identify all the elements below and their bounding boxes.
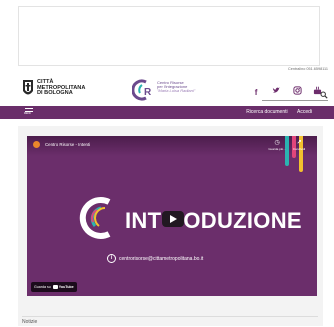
share-label: Condividi	[292, 147, 306, 151]
search-icon[interactable]	[320, 91, 328, 99]
channel-avatar-icon[interactable]	[33, 141, 40, 148]
hamburger-line	[25, 108, 33, 110]
video-actions: ◷ Guarda più... ↗ Condividi	[267, 140, 313, 154]
cmb-logo-text: CITTÀ METROPOLITANA DI BOLOGNA	[37, 79, 107, 97]
watch-on-youtube-button[interactable]: Guarda su YouTube	[31, 282, 77, 292]
centralino-phone: Centralino 051.6598111	[288, 67, 328, 71]
nav-link-accedi[interactable]: Accedi	[297, 109, 312, 115]
watch-on-label: Guarda su	[34, 285, 51, 289]
citta-metropolitana-logo[interactable]: CITTÀ METROPOLITANA DI BOLOGNA	[22, 79, 104, 101]
youtube-label: YouTube	[58, 285, 74, 289]
intro-title: INT ODUZIONE	[125, 208, 302, 234]
top-banner-frame	[18, 6, 320, 66]
main-navbar: MENU Ricerca documenti Accedi	[0, 106, 334, 119]
cr-big-logo-icon	[79, 197, 111, 239]
watch-later-button[interactable]: ◷ Guarda più...	[267, 140, 287, 151]
hamburger-menu-button[interactable]: MENU	[24, 107, 34, 118]
cr-logo-mark-icon: R	[132, 79, 152, 101]
crest-icon	[23, 80, 33, 95]
search-field[interactable]	[262, 91, 328, 101]
video-title[interactable]: Centro Risorse - Intenti	[45, 142, 90, 147]
email-text: centrorisorse@cittametropolitana.bo.it	[119, 256, 204, 262]
menu-label: MENU	[24, 111, 32, 115]
clock-icon: ◷	[274, 140, 280, 146]
nav-links: Ricerca documenti Accedi	[238, 109, 312, 115]
watch-later-label: Guarda più...	[268, 147, 286, 151]
video-embed[interactable]: Centro Risorse - Intenti ◷ Guarda più...…	[27, 136, 317, 296]
facebook-icon[interactable]: f	[252, 88, 261, 97]
intro-title-right: ODUZIONE	[183, 208, 302, 233]
centro-risorse-logo[interactable]: R Centro Risorse per l'integrazione "Mar…	[132, 78, 204, 102]
cr-logo-line3: "Maria Luisa Radiani"	[157, 88, 196, 94]
play-button[interactable]	[162, 211, 184, 227]
nav-link-ricerca-documenti[interactable]: Ricerca documenti	[246, 109, 287, 115]
cmb-logo-line3: DI BOLOGNA	[37, 90, 73, 97]
contact-email: i centrorisorse@cittametropolitana.bo.it	[107, 254, 203, 264]
svg-text:R: R	[144, 87, 152, 98]
section-heading-notizie: Notizie	[22, 316, 318, 327]
share-icon: ↗	[296, 140, 302, 146]
intro-title-left: INT	[125, 208, 162, 233]
share-button[interactable]: ↗ Condividi	[289, 140, 309, 151]
info-icon: i	[107, 254, 116, 264]
cr-logo-text: Centro Risorse per l'integrazione "Maria…	[157, 80, 207, 94]
play-icon	[170, 215, 177, 223]
youtube-logo-icon	[52, 285, 58, 289]
